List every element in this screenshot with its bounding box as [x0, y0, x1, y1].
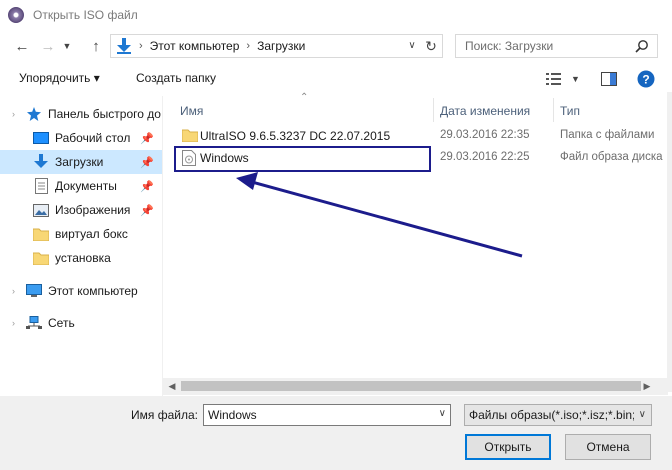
filename-combobox[interactable]: ∨	[203, 404, 451, 426]
filename-input[interactable]	[208, 408, 428, 422]
open-button[interactable]: Открыть	[465, 434, 551, 460]
filename-label: Имя файла:	[131, 408, 198, 422]
scroll-left-arrow-icon[interactable]: ◀	[165, 381, 179, 392]
vertical-scrollbar[interactable]	[667, 92, 672, 392]
dialog-footer: Имя файла: ∨ Файлы образы(*.iso;*.isz;*.…	[0, 396, 672, 470]
cancel-button[interactable]: Отмена	[565, 434, 651, 460]
scrollbar-thumb[interactable]	[181, 381, 641, 391]
file-type-filter-select[interactable]: Файлы образы(*.iso;*.isz;*.bin; ∨	[464, 404, 652, 426]
file-type-filter-value: Файлы образы(*.iso;*.isz;*.bin;	[469, 408, 634, 422]
horizontal-scrollbar[interactable]: ◀ ▶	[163, 378, 668, 395]
scroll-right-arrow-icon[interactable]: ▶	[640, 381, 654, 392]
filename-chevron-down-icon[interactable]: ∨	[439, 408, 446, 419]
filter-chevron-down-icon: ∨	[638, 409, 646, 420]
